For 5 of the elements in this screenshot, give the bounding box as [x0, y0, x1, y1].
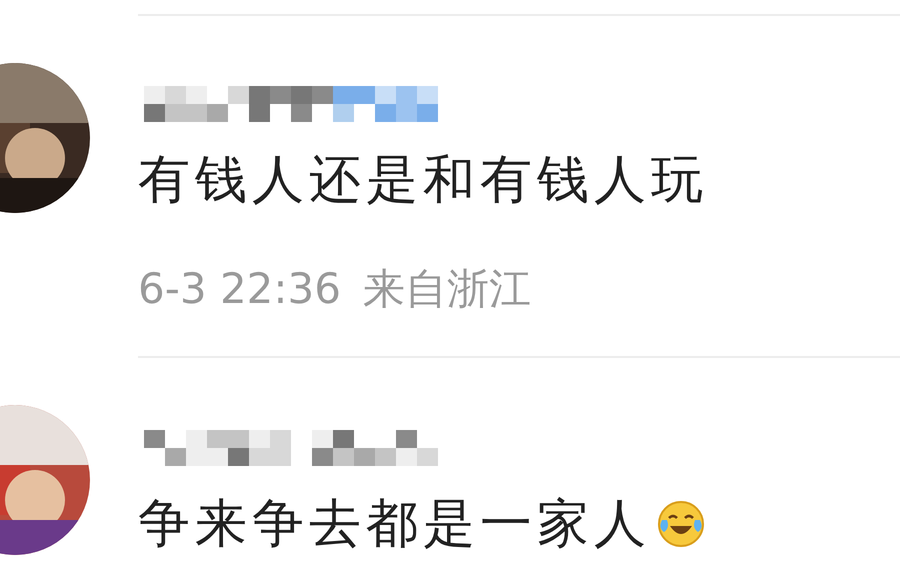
laughing-crying-emoji-icon — [657, 500, 705, 548]
comment-location: 来自浙江 — [363, 263, 531, 315]
comment-text: 争来争去都是一家人 — [138, 493, 651, 556]
comment-text: 有钱人还是和有钱人玩 — [138, 149, 708, 212]
comment-time: 6-3 22:36 — [138, 263, 341, 315]
